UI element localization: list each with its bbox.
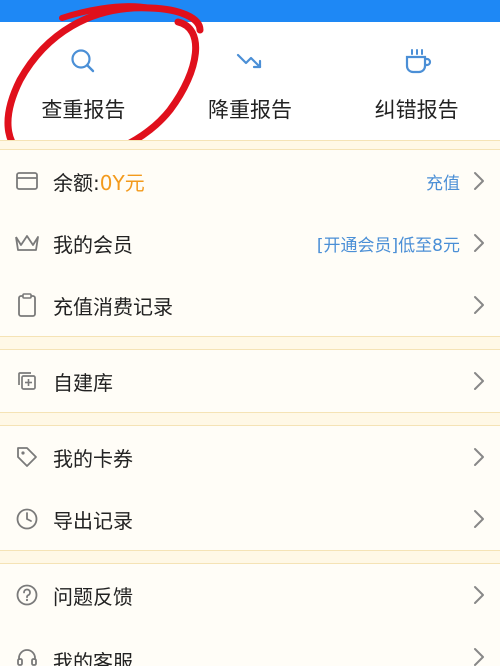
quick-action-plagiarism-report[interactable]: 查重报告 — [0, 22, 167, 140]
section-separator — [0, 412, 500, 426]
section-separator — [0, 140, 500, 150]
crown-icon — [14, 230, 40, 256]
search-icon — [68, 46, 98, 76]
export-records-label: 导出记录 — [53, 508, 133, 533]
membership-label: 我的会员 — [53, 232, 133, 257]
recharge-records-label: 充值消费记录 — [53, 294, 173, 319]
chevron-right-icon — [474, 172, 484, 190]
balance-row[interactable]: 余额:0Y元 充值 — [0, 150, 500, 212]
chevron-right-icon — [474, 234, 484, 252]
customer-service-label: 我的客服 — [53, 650, 133, 666]
membership-row[interactable]: 我的会员 [开通会员]低至8元 — [0, 212, 500, 274]
chevron-right-icon — [474, 448, 484, 466]
export-records-row[interactable]: 导出记录 — [0, 488, 500, 550]
quick-action-correction-report[interactable]: 纠错报告 — [333, 22, 500, 140]
balance-label: 余额:0Y元 — [53, 167, 145, 196]
quick-action-reduce-report[interactable]: 降重报告 — [167, 22, 334, 140]
self-built-library-label: 自建库 — [53, 370, 113, 395]
feedback-row[interactable]: 问题反馈 — [0, 564, 500, 626]
add-copy-icon — [14, 368, 40, 394]
status-bar — [0, 0, 500, 22]
card-icon — [14, 168, 40, 194]
section-separator — [0, 336, 500, 350]
balance-label-text: 余额: — [53, 170, 100, 195]
chevron-right-icon — [474, 296, 484, 314]
question-circle-icon — [14, 582, 40, 608]
quick-action-label: 降重报告 — [208, 98, 292, 122]
coupons-label: 我的卡券 — [53, 446, 133, 471]
chevron-right-icon — [474, 372, 484, 390]
quick-action-label: 查重报告 — [41, 98, 126, 122]
membership-promo-link[interactable]: [开通会员]低至8元 — [317, 231, 460, 256]
balance-value: 0Y元 — [99, 170, 145, 195]
customer-service-row[interactable]: 我的客服 — [0, 626, 500, 666]
feedback-label: 问题反馈 — [53, 584, 133, 609]
chevron-right-icon — [474, 510, 484, 528]
tag-icon — [14, 444, 40, 470]
coffee-cup-icon — [402, 46, 432, 76]
coupons-row[interactable]: 我的卡券 — [0, 426, 500, 488]
clock-icon — [14, 506, 40, 532]
recharge-records-row[interactable]: 充值消费记录 — [0, 274, 500, 336]
section-separator — [0, 550, 500, 564]
chevron-right-icon — [474, 586, 484, 604]
clipboard-icon — [14, 292, 40, 318]
quick-action-label: 纠错报告 — [374, 98, 459, 122]
quick-actions: 查重报告 降重报告 纠错报告 — [0, 22, 500, 140]
recharge-link[interactable]: 充值 — [426, 169, 460, 194]
chevron-right-icon — [474, 648, 484, 666]
trend-down-icon — [235, 46, 265, 76]
self-built-library-row[interactable]: 自建库 — [0, 350, 500, 412]
headset-icon — [14, 645, 40, 666]
